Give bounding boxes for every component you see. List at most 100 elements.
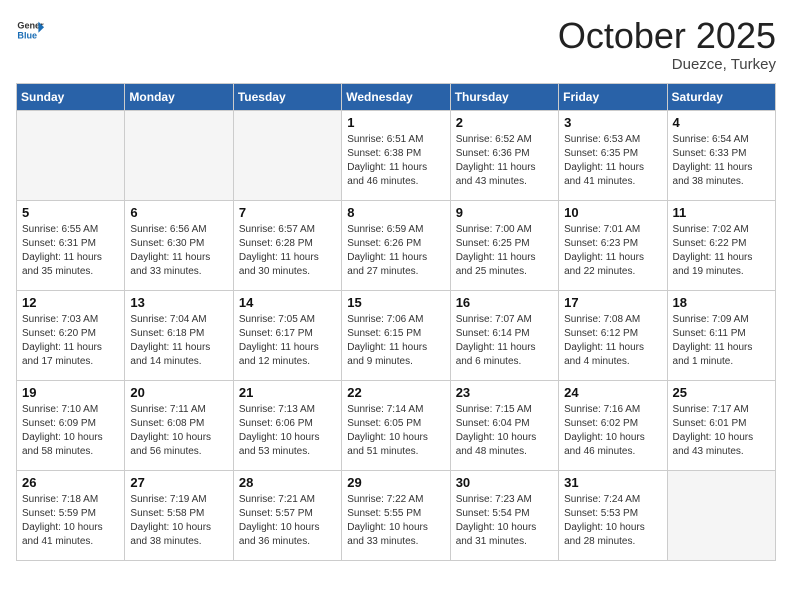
- calendar-cell: 16 Sunrise: 7:07 AM Sunset: 6:14 PM Dayli…: [450, 290, 558, 380]
- day-info: Sunrise: 7:01 AM Sunset: 6:23 PM Dayligh…: [564, 223, 661, 279]
- day-number: 20: [130, 385, 227, 400]
- month-title: October 2025: [558, 16, 776, 56]
- calendar-cell: 20 Sunrise: 7:11 AM Sunset: 6:08 PM Dayli…: [125, 380, 233, 470]
- calendar-cell: 5 Sunrise: 6:55 AM Sunset: 6:31 PM Daylig…: [17, 200, 125, 290]
- calendar-cell: 30Sunrise: 7:23 AM Sunset: 5:54 PM Dayli…: [450, 470, 558, 560]
- day-info: Sunrise: 7:19 AM Sunset: 5:58 PM Dayligh…: [130, 493, 227, 549]
- calendar-cell: 9 Sunrise: 7:00 AM Sunset: 6:25 PM Daylig…: [450, 200, 558, 290]
- calendar-week-3: 12 Sunrise: 7:03 AM Sunset: 6:20 PM Dayli…: [17, 290, 776, 380]
- day-number: 16: [456, 295, 553, 310]
- col-header-saturday: Saturday: [667, 83, 775, 110]
- day-info: Sunrise: 6:53 AM Sunset: 6:35 PM Dayligh…: [564, 133, 661, 189]
- day-number: 2: [456, 115, 553, 130]
- calendar-cell: 11Sunrise: 7:02 AM Sunset: 6:22 PM Dayli…: [667, 200, 775, 290]
- day-number: 3: [564, 115, 661, 130]
- day-info: Sunrise: 7:06 AM Sunset: 6:15 PM Dayligh…: [347, 313, 444, 369]
- calendar-cell: 25 Sunrise: 7:17 AM Sunset: 6:01 PM Dayli…: [667, 380, 775, 470]
- day-info: Sunrise: 7:15 AM Sunset: 6:04 PM Dayligh…: [456, 403, 553, 459]
- day-number: 23: [456, 385, 553, 400]
- day-number: 10: [564, 205, 661, 220]
- calendar-week-1: 1 Sunrise: 6:51 AM Sunset: 6:38 PM Daylig…: [17, 110, 776, 200]
- calendar-cell: 15 Sunrise: 7:06 AM Sunset: 6:15 PM Dayli…: [342, 290, 450, 380]
- day-number: 5: [22, 205, 119, 220]
- day-number: 14: [239, 295, 336, 310]
- calendar-cell: 21Sunrise: 7:13 AM Sunset: 6:06 PM Dayli…: [233, 380, 341, 470]
- day-info: Sunrise: 7:00 AM Sunset: 6:25 PM Dayligh…: [456, 223, 553, 279]
- calendar-cell: [667, 470, 775, 560]
- calendar-table: SundayMondayTuesdayWednesdayThursdayFrid…: [16, 83, 776, 561]
- day-number: 27: [130, 475, 227, 490]
- calendar-cell: 12 Sunrise: 7:03 AM Sunset: 6:20 PM Dayli…: [17, 290, 125, 380]
- day-number: 30: [456, 475, 553, 490]
- day-info: Sunrise: 7:18 AM Sunset: 5:59 PM Dayligh…: [22, 493, 119, 549]
- day-info: Sunrise: 7:21 AM Sunset: 5:57 PM Dayligh…: [239, 493, 336, 549]
- day-number: 1: [347, 115, 444, 130]
- day-info: Sunrise: 7:07 AM Sunset: 6:14 PM Dayligh…: [456, 313, 553, 369]
- calendar-cell: 29 Sunrise: 7:22 AM Sunset: 5:55 PM Dayli…: [342, 470, 450, 560]
- col-header-thursday: Thursday: [450, 83, 558, 110]
- day-info: Sunrise: 7:04 AM Sunset: 6:18 PM Dayligh…: [130, 313, 227, 369]
- day-info: Sunrise: 7:22 AM Sunset: 5:55 PM Dayligh…: [347, 493, 444, 549]
- calendar-cell: 10 Sunrise: 7:01 AM Sunset: 6:23 PM Dayli…: [559, 200, 667, 290]
- calendar-week-4: 19 Sunrise: 7:10 AM Sunset: 6:09 PM Dayli…: [17, 380, 776, 470]
- col-header-tuesday: Tuesday: [233, 83, 341, 110]
- calendar-cell: 1 Sunrise: 6:51 AM Sunset: 6:38 PM Daylig…: [342, 110, 450, 200]
- svg-text:Blue: Blue: [17, 30, 37, 40]
- day-info: Sunrise: 7:02 AM Sunset: 6:22 PM Dayligh…: [673, 223, 770, 279]
- day-info: Sunrise: 6:52 AM Sunset: 6:36 PM Dayligh…: [456, 133, 553, 189]
- calendar-cell: 26 Sunrise: 7:18 AM Sunset: 5:59 PM Dayli…: [17, 470, 125, 560]
- day-number: 25: [673, 385, 770, 400]
- logo-icon: General Blue: [16, 16, 44, 44]
- calendar-cell: 19 Sunrise: 7:10 AM Sunset: 6:09 PM Dayli…: [17, 380, 125, 470]
- day-info: Sunrise: 7:17 AM Sunset: 6:01 PM Dayligh…: [673, 403, 770, 459]
- title-block: October 2025 Duezce, Turkey: [558, 16, 776, 73]
- day-number: 7: [239, 205, 336, 220]
- day-info: Sunrise: 6:59 AM Sunset: 6:26 PM Dayligh…: [347, 223, 444, 279]
- calendar-cell: 23 Sunrise: 7:15 AM Sunset: 6:04 PM Dayli…: [450, 380, 558, 470]
- day-number: 17: [564, 295, 661, 310]
- day-number: 26: [22, 475, 119, 490]
- calendar-cell: 3 Sunrise: 6:53 AM Sunset: 6:35 PM Daylig…: [559, 110, 667, 200]
- day-info: Sunrise: 7:09 AM Sunset: 6:11 PM Dayligh…: [673, 313, 770, 369]
- logo: General Blue: [16, 16, 44, 44]
- day-number: 24: [564, 385, 661, 400]
- day-number: 18: [673, 295, 770, 310]
- day-number: 15: [347, 295, 444, 310]
- calendar-header-row: SundayMondayTuesdayWednesdayThursdayFrid…: [17, 83, 776, 110]
- calendar-cell: 14 Sunrise: 7:05 AM Sunset: 6:17 PM Dayli…: [233, 290, 341, 380]
- calendar-week-5: 26 Sunrise: 7:18 AM Sunset: 5:59 PM Dayli…: [17, 470, 776, 560]
- day-info: Sunrise: 6:54 AM Sunset: 6:33 PM Dayligh…: [673, 133, 770, 189]
- day-info: Sunrise: 6:55 AM Sunset: 6:31 PM Dayligh…: [22, 223, 119, 279]
- day-number: 9: [456, 205, 553, 220]
- day-number: 12: [22, 295, 119, 310]
- day-info: Sunrise: 6:51 AM Sunset: 6:38 PM Dayligh…: [347, 133, 444, 189]
- day-info: Sunrise: 7:14 AM Sunset: 6:05 PM Dayligh…: [347, 403, 444, 459]
- calendar-cell: 13 Sunrise: 7:04 AM Sunset: 6:18 PM Dayli…: [125, 290, 233, 380]
- day-number: 29: [347, 475, 444, 490]
- day-info: Sunrise: 7:24 AM Sunset: 5:53 PM Dayligh…: [564, 493, 661, 549]
- calendar-cell: 22Sunrise: 7:14 AM Sunset: 6:05 PM Dayli…: [342, 380, 450, 470]
- day-info: Sunrise: 7:05 AM Sunset: 6:17 PM Dayligh…: [239, 313, 336, 369]
- day-info: Sunrise: 7:10 AM Sunset: 6:09 PM Dayligh…: [22, 403, 119, 459]
- calendar-cell: 17 Sunrise: 7:08 AM Sunset: 6:12 PM Dayli…: [559, 290, 667, 380]
- day-number: 4: [673, 115, 770, 130]
- day-info: Sunrise: 7:03 AM Sunset: 6:20 PM Dayligh…: [22, 313, 119, 369]
- day-info: Sunrise: 6:57 AM Sunset: 6:28 PM Dayligh…: [239, 223, 336, 279]
- calendar-cell: 28Sunrise: 7:21 AM Sunset: 5:57 PM Dayli…: [233, 470, 341, 560]
- day-info: Sunrise: 7:08 AM Sunset: 6:12 PM Dayligh…: [564, 313, 661, 369]
- day-number: 8: [347, 205, 444, 220]
- day-number: 13: [130, 295, 227, 310]
- day-info: Sunrise: 7:16 AM Sunset: 6:02 PM Dayligh…: [564, 403, 661, 459]
- page-header: General Blue October 2025 Duezce, Turkey: [16, 16, 776, 73]
- calendar-cell: 4 Sunrise: 6:54 AM Sunset: 6:33 PM Daylig…: [667, 110, 775, 200]
- col-header-friday: Friday: [559, 83, 667, 110]
- calendar-cell: 24 Sunrise: 7:16 AM Sunset: 6:02 PM Dayli…: [559, 380, 667, 470]
- calendar-cell: 7 Sunrise: 6:57 AM Sunset: 6:28 PM Daylig…: [233, 200, 341, 290]
- day-number: 21: [239, 385, 336, 400]
- calendar-cell: [125, 110, 233, 200]
- day-info: Sunrise: 7:11 AM Sunset: 6:08 PM Dayligh…: [130, 403, 227, 459]
- day-info: Sunrise: 6:56 AM Sunset: 6:30 PM Dayligh…: [130, 223, 227, 279]
- day-number: 19: [22, 385, 119, 400]
- calendar-cell: 6Sunrise: 6:56 AM Sunset: 6:30 PM Daylig…: [125, 200, 233, 290]
- col-header-sunday: Sunday: [17, 83, 125, 110]
